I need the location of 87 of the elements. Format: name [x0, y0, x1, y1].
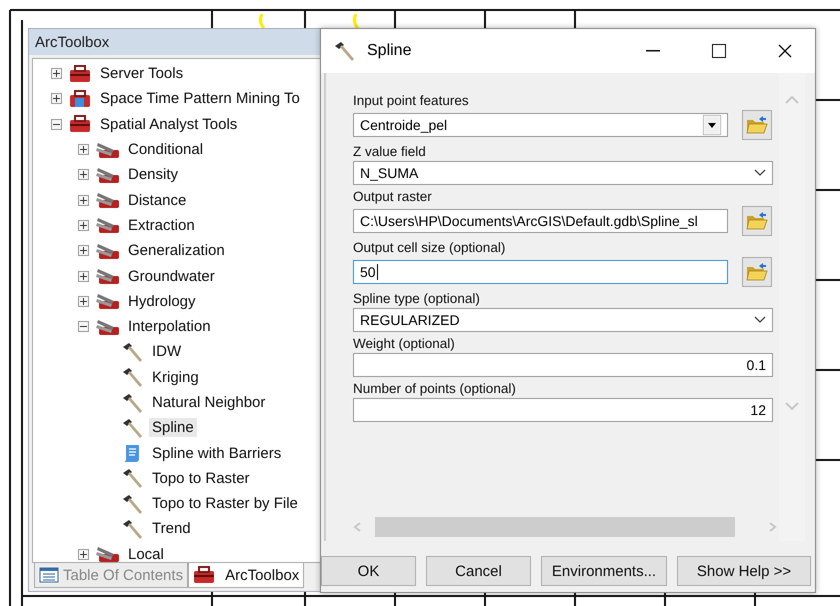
toolset-icon — [96, 545, 120, 562]
window-title: Spline — [367, 42, 412, 60]
tree-item[interactable]: Spline with Barriers — [149, 444, 284, 463]
field-label: Output raster — [353, 189, 433, 204]
expand-toggle[interactable] — [78, 245, 89, 256]
toolset-icon — [96, 140, 120, 159]
toolbox-icon — [69, 90, 91, 108]
hammer-icon — [121, 392, 143, 412]
chevron-down-icon[interactable] — [754, 169, 766, 177]
hammer-icon — [333, 41, 355, 61]
minimize-icon[interactable] — [646, 50, 660, 52]
panel-tab[interactable]: ArcToolbox — [188, 563, 304, 588]
tree-item[interactable]: Density — [125, 165, 182, 184]
open-folder-icon — [746, 262, 768, 282]
expand-toggle[interactable] — [78, 144, 89, 156]
field-label: Output cell size (optional) — [353, 240, 506, 255]
hammer-icon — [121, 494, 143, 514]
tree-item[interactable]: Topo to Raster — [149, 468, 253, 488]
tree-item[interactable]: Natural Neighbor — [149, 393, 268, 412]
toolset-icon — [96, 267, 120, 286]
input-field[interactable]: C:\Users\HP\Documents\ArcGIS\Default.gdb\Spline_sl — [353, 209, 728, 233]
toolset-icon — [96, 242, 120, 260]
expand-toggle[interactable] — [78, 548, 89, 560]
dropdown-arrow-icon[interactable] — [703, 115, 721, 135]
hammer-icon — [121, 342, 143, 362]
dropdown-field[interactable]: REGULARIZED — [353, 308, 773, 332]
tree-item[interactable]: Distance — [125, 190, 190, 210]
toolset-icon — [96, 191, 120, 210]
tree-item[interactable]: Conditional — [125, 140, 206, 160]
tree-item[interactable]: Space Time Pattern Mining To — [97, 89, 303, 108]
tree-item[interactable]: Spline — [149, 418, 197, 438]
toolset-icon — [96, 166, 120, 184]
toolset-icon — [96, 292, 120, 310]
field-label: Z value field — [353, 144, 427, 159]
expand-toggle[interactable] — [51, 68, 62, 80]
browse-button[interactable] — [742, 110, 772, 140]
toolbox-icon — [193, 566, 216, 584]
tree-item[interactable]: Groundwater — [125, 266, 218, 286]
tree-item[interactable]: Generalization — [125, 241, 228, 260]
dialog-button[interactable]: Cancel — [426, 556, 531, 586]
expand-toggle[interactable] — [78, 220, 89, 231]
dropdown-field[interactable]: N_SUMA — [353, 161, 773, 185]
expand-toggle[interactable] — [78, 296, 89, 307]
field-label: Input point features — [353, 93, 470, 108]
collapse-toggle[interactable] — [51, 118, 62, 130]
expand-toggle[interactable] — [78, 169, 89, 180]
field-label: Number of points (optional) — [353, 381, 517, 396]
input-field[interactable]: 12 — [353, 398, 773, 422]
close-icon[interactable] — [778, 44, 792, 58]
expand-toggle[interactable] — [78, 270, 89, 282]
list-icon — [39, 567, 59, 583]
field-label: Weight (optional) — [353, 336, 456, 351]
open-folder-icon — [746, 211, 768, 231]
hammer-icon — [121, 418, 143, 438]
toolbox-icon — [69, 115, 91, 134]
dropdown-field[interactable]: Centroide_pel — [353, 113, 728, 137]
tree-item[interactable]: Spatial Analyst Tools — [97, 114, 240, 134]
toolset-icon — [96, 318, 120, 336]
tree-item[interactable]: Interpolation — [125, 317, 214, 336]
dialog-button[interactable]: Environments... — [541, 556, 667, 586]
collapse-toggle[interactable] — [78, 321, 89, 332]
tree-item[interactable]: IDW — [149, 342, 184, 362]
scrollbar-thumb[interactable] — [375, 517, 735, 537]
tree-item[interactable]: Hydrology — [125, 292, 199, 311]
input-field[interactable]: 0.1 — [353, 353, 773, 377]
open-folder-icon — [746, 115, 768, 135]
maximize-icon[interactable] — [712, 44, 726, 58]
hammer-icon — [121, 518, 143, 539]
chevron-down-icon[interactable] — [754, 316, 766, 324]
tree-item[interactable]: Extraction — [125, 216, 198, 235]
expand-toggle[interactable] — [78, 194, 89, 206]
dialog-button[interactable]: Show Help >> — [677, 556, 811, 586]
tree-item[interactable]: Server Tools — [97, 64, 186, 84]
tree-item[interactable]: Topo to Raster by File — [149, 494, 301, 514]
tree-item[interactable]: Trend — [149, 519, 194, 538]
input-field[interactable]: 50 — [353, 260, 728, 284]
browse-button[interactable] — [742, 257, 772, 287]
tree-item[interactable]: Local — [125, 544, 167, 562]
hammer-icon — [121, 468, 143, 488]
hammer-icon — [121, 367, 143, 388]
expand-toggle[interactable] — [51, 93, 62, 104]
field-label: Spline type (optional) — [353, 291, 481, 306]
browse-button[interactable] — [742, 206, 772, 236]
tree-item[interactable]: Kriging — [149, 368, 202, 387]
toolbox-icon — [69, 64, 91, 83]
toolset-icon — [96, 216, 120, 234]
dialog-button[interactable]: OK — [321, 556, 416, 586]
